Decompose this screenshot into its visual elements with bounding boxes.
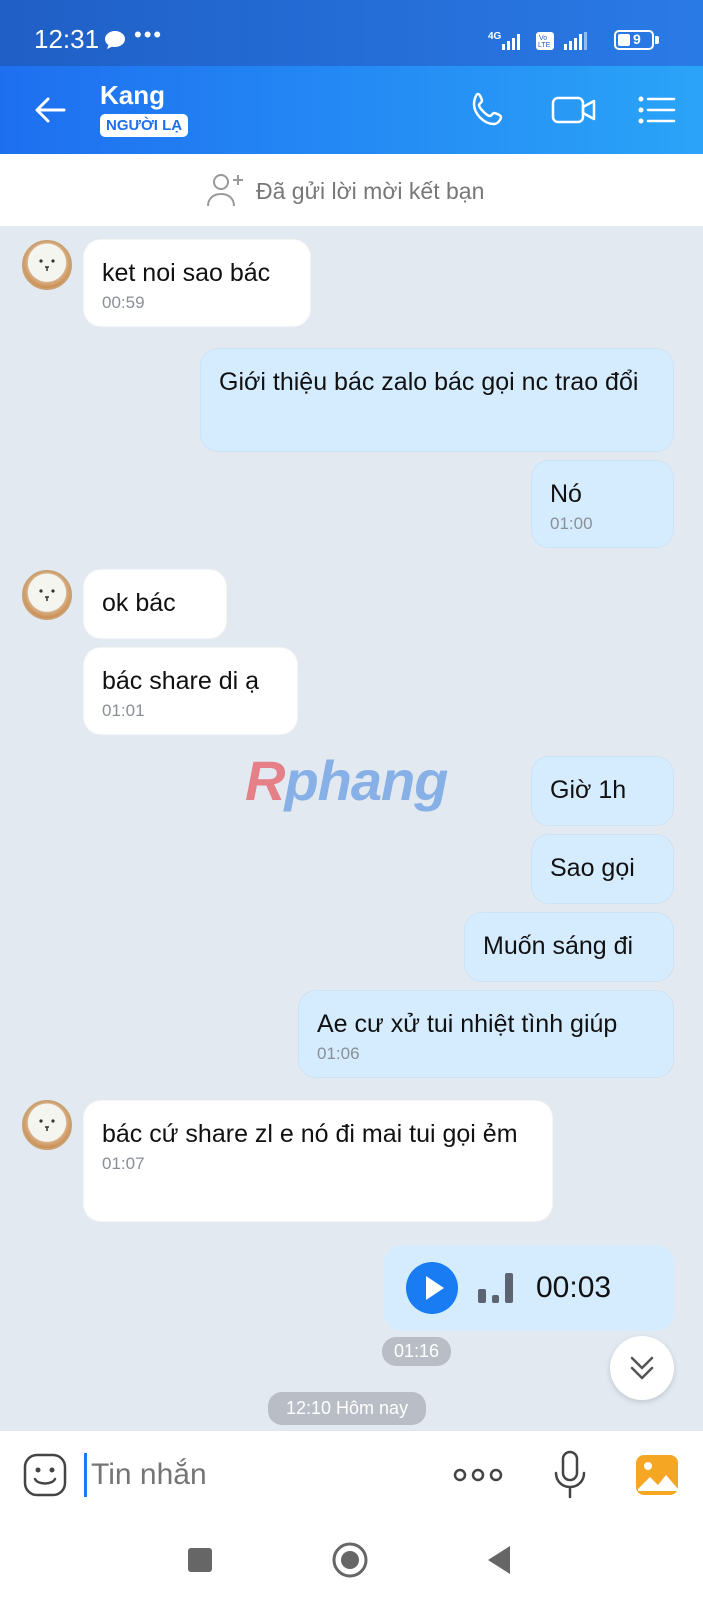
video-call-button[interactable] <box>550 90 596 130</box>
voice-record-button[interactable] <box>552 1449 588 1501</box>
status-time: 12:31 <box>34 24 100 54</box>
avatar[interactable] <box>22 1100 72 1150</box>
message-text: Giới thiệu bác zalo bác gọi nc trao đổi <box>219 368 639 396</box>
more-notifications-icon: ••• <box>134 22 164 47</box>
date-separator: 12:10 Hôm nay <box>268 1392 427 1425</box>
watermark-logo: Rphang <box>245 749 448 812</box>
svg-text:LTE: LTE <box>538 42 551 49</box>
contact-name[interactable]: Kang <box>100 80 165 111</box>
home-circle-icon <box>332 1542 368 1578</box>
message-text: bác share di ạ <box>102 667 260 695</box>
signal-icon: 4G Vo LTE <box>488 30 603 59</box>
microphone-icon <box>554 1450 586 1499</box>
system-nav-bar <box>0 1520 703 1600</box>
avatar[interactable] <box>22 240 72 290</box>
stranger-badge: NGƯỜI LẠ <box>100 114 189 137</box>
message-bubble-outgoing[interactable]: Giới thiệu bác zalo bác gọi nc trao đổi <box>200 348 674 452</box>
friend-request-bar: Đã gửi lời mời kết bạn <box>0 154 703 226</box>
square-icon <box>188 1548 212 1572</box>
sticker-smile-icon <box>23 1453 67 1497</box>
message-text: Giờ 1h <box>550 776 627 804</box>
message-time: 00:59 <box>102 293 145 312</box>
message-bubble-outgoing[interactable]: Nó 01:00 <box>531 460 674 548</box>
triangle-back-icon <box>488 1546 510 1574</box>
scroll-to-bottom-button[interactable] <box>610 1336 674 1400</box>
message-input[interactable] <box>84 1453 424 1497</box>
menu-button[interactable] <box>636 90 680 130</box>
arrow-left-icon <box>35 97 66 123</box>
message-text: bác cứ share zl e nó đi mai tui gọi ẻm <box>102 1120 518 1148</box>
sticker-button[interactable] <box>22 1452 68 1498</box>
phone-icon <box>472 92 503 126</box>
image-picker-button[interactable] <box>634 1453 680 1497</box>
image-gallery-icon <box>636 1455 678 1495</box>
message-bubble-outgoing[interactable]: Sao gọi <box>531 834 674 904</box>
battery-icon: 9 <box>614 30 659 50</box>
message-bubble-incoming[interactable]: ket noi sao bác 00:59 <box>83 239 311 327</box>
voice-call-button[interactable] <box>468 90 512 130</box>
friend-request-text: Đã gửi lời mời kết bạn <box>256 178 485 204</box>
message-bubble-incoming[interactable]: bác share di ạ 01:01 <box>83 647 298 735</box>
recent-apps-button[interactable] <box>180 1540 220 1580</box>
message-text: ket noi sao bác <box>102 259 271 287</box>
message-bubble-outgoing[interactable]: Muốn sáng đi <box>464 912 674 982</box>
message-text: ok bác <box>102 589 176 617</box>
avatar[interactable] <box>22 570 72 620</box>
svg-text:Vo: Vo <box>539 35 547 42</box>
message-time: 01:07 <box>102 1154 145 1173</box>
home-button[interactable] <box>330 1540 370 1580</box>
back-button[interactable] <box>30 90 70 130</box>
voice-duration: 00:03 <box>536 1271 612 1304</box>
status-bar: 12:31 ••• 4G Vo LTE 9 <box>0 0 703 66</box>
video-camera-icon <box>551 96 596 124</box>
message-text: Muốn sáng đi <box>483 932 634 960</box>
back-nav-button[interactable] <box>480 1540 520 1580</box>
add-friend-icon <box>205 171 247 215</box>
list-menu-icon <box>638 96 676 124</box>
svg-text:4G: 4G <box>488 31 502 42</box>
message-composer <box>0 1430 703 1520</box>
chat-header: Kang NGƯỜI LẠ <box>0 66 703 154</box>
more-dots-icon <box>453 1468 503 1482</box>
chevron-double-down-icon <box>630 1356 654 1380</box>
chat-notification-icon <box>104 30 126 55</box>
battery-level: 9 <box>633 31 641 47</box>
message-time: 01:01 <box>102 701 145 720</box>
message-bubble-incoming[interactable]: bác cứ share zl e nó đi mai tui gọi ẻm 0… <box>83 1100 553 1222</box>
message-text: Ae cư xử tui nhiệt tình giúp <box>317 1010 618 1038</box>
message-text: Sao gọi <box>550 854 635 882</box>
voice-message-time: 01:16 <box>382 1337 452 1366</box>
voice-message-bubble[interactable]: 00:03 <box>384 1245 674 1331</box>
play-button[interactable] <box>406 1262 458 1314</box>
more-options-button[interactable] <box>452 1461 504 1489</box>
message-bubble-outgoing[interactable]: Giờ 1h <box>531 756 674 826</box>
message-bubble-outgoing[interactable]: Ae cư xử tui nhiệt tình giúp 01:06 <box>298 990 674 1078</box>
audio-wave-icon <box>478 1273 513 1303</box>
message-text: Nó <box>550 480 582 508</box>
message-time: 01:06 <box>317 1044 360 1063</box>
message-bubble-incoming[interactable]: ok bác <box>83 569 227 639</box>
message-time: 01:00 <box>550 514 593 533</box>
